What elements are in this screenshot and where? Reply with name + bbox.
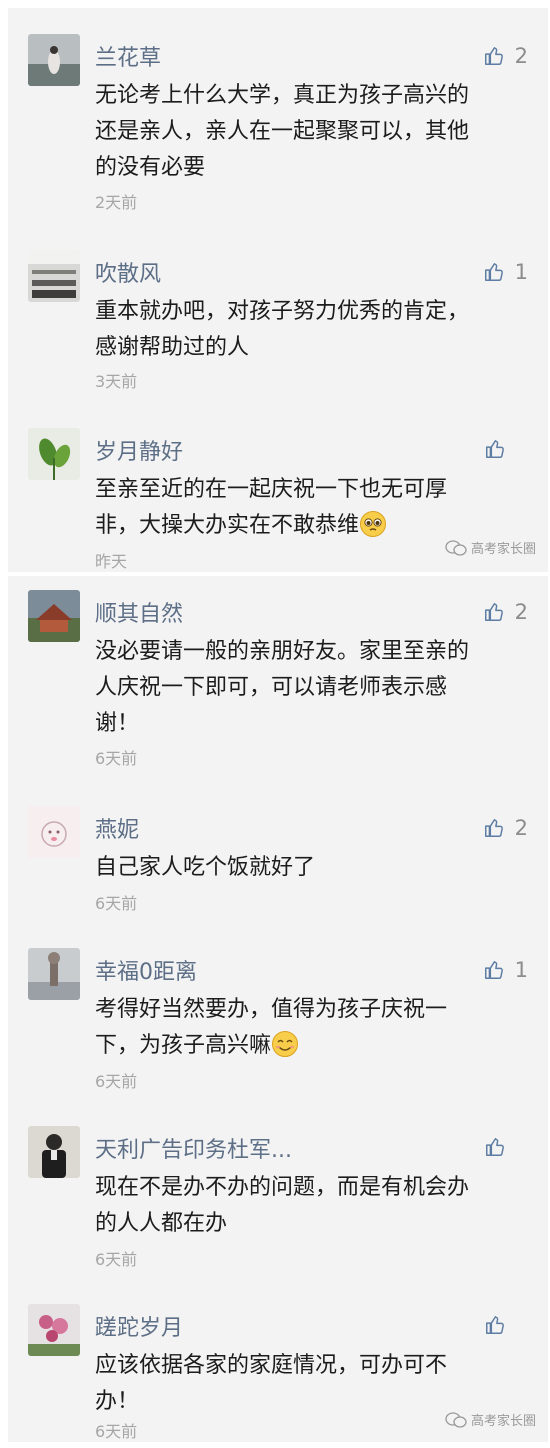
comment-line: 非，大操大办实在不敢恭维 [95,513,360,538]
user-avatar[interactable] [28,1126,80,1178]
comment-item: 幸福0距离 1 考得好当然要办，值得为孩子庆祝一 下，为孩子高兴嘛 6天前 [8,948,548,1091]
like-button[interactable] [484,1136,528,1158]
comment-author[interactable]: 天利广告印务杜军... [95,1132,292,1164]
like-button[interactable]: 2 [483,600,528,624]
comment-item: 顺其自然 2 没必要请一般的亲朋好友。家里至亲的 人庆祝一下即可，可以请老师表示… [8,590,548,770]
like-count: 2 [514,600,528,624]
like-count: 2 [514,44,528,68]
like-count: 2 [514,816,528,840]
like-count: 1 [514,260,528,284]
thumbs-up-icon [484,263,503,281]
comment-line: 应该依据各家的家庭情况，可办可不 [95,1353,448,1378]
thumbs-up-icon [484,603,503,621]
comment-item: 天利广告印务杜军... 现在不是办不办的问题，而是有机会办 的人人都在办 6天前 [8,1126,548,1269]
avatar-image [28,34,80,86]
comment-line: 的没有必要 [95,155,206,180]
comment-text: 考得好当然要办，值得为孩子庆祝一 下，为孩子高兴嘛 [95,992,525,1064]
comment-line: 无论考上什么大学，真正为孩子高兴的 [95,83,470,108]
like-button[interactable]: 2 [483,816,528,840]
comment-line: 自己家人吃个饭就好了 [95,855,316,880]
wechat-icon [445,539,467,556]
avatar-image [28,1126,80,1178]
like-button[interactable]: 1 [483,958,528,982]
like-button[interactable] [484,438,528,460]
watermark: 高考家长圈 [445,538,536,557]
comment-text: 没必要请一般的亲朋好友。家里至亲的 人庆祝一下即可，可以请老师表示感 谢！ [95,634,525,742]
pleading-emoji-icon [359,510,387,538]
watermark-text: 高考家长圈 [470,542,536,557]
comment-line: 人庆祝一下即可，可以请老师表示感 [95,675,448,700]
comment-item: 兰花草 2 无论考上什么大学，真正为孩子高兴的 还是亲人，亲人在一起聚聚可以，其… [8,34,548,224]
watermark: 高考家长圈 [445,1410,536,1429]
user-avatar[interactable] [28,428,80,480]
like-button[interactable] [484,1314,528,1336]
user-avatar[interactable] [28,250,80,302]
user-avatar[interactable] [28,34,80,86]
thumbs-up-icon [484,819,503,837]
like-button[interactable]: 1 [483,260,528,284]
comment-time: 昨天 [95,552,128,571]
avatar-image [28,1304,80,1356]
thumbs-up-icon [486,440,504,458]
comment-time: 6天前 [95,1422,138,1441]
comment-author[interactable]: 岁月静好 [95,434,183,466]
comment-line: 重本就办吧，对孩子努力优秀的肯定， [95,299,470,324]
comment-time: 6天前 [95,749,138,768]
user-avatar[interactable] [28,806,80,858]
comment-author[interactable]: 蹉跎岁月 [95,1310,183,1342]
comment-item: 吹散风 1 重本就办吧，对孩子努力优秀的肯定， 感谢帮助过的人 3天前 [8,250,548,400]
comment-author[interactable]: 兰花草 [95,40,161,72]
wechat-icon [445,1411,467,1428]
comment-text: 自己家人吃个饭就好了 [95,850,525,886]
comment-line: 现在不是办不办的问题，而是有机会办 [95,1175,470,1200]
comment-line: 没必要请一般的亲朋好友。家里至亲的 [95,639,470,664]
comment-author[interactable]: 顺其自然 [95,596,183,628]
comment-line: 至亲至近的在一起庆祝一下也无可厚 [95,477,448,502]
comment-line: 考得好当然要办，值得为孩子庆祝一 [95,997,448,1022]
avatar-image [28,806,80,858]
like-count: 1 [514,958,528,982]
thumbs-up-icon [484,961,503,979]
comment-time: 6天前 [95,1072,138,1091]
comment-panel-2: 顺其自然 2 没必要请一般的亲朋好友。家里至亲的 人庆祝一下即可，可以请老师表示… [8,576,548,1442]
thumbs-up-icon [486,1316,504,1334]
comment-author[interactable]: 燕妮 [95,812,139,844]
avatar-image [28,948,80,1000]
comment-item: 燕妮 2 自己家人吃个饭就好了 6天前 [8,806,548,916]
comment-time: 6天前 [95,894,138,913]
smile-emoji-icon [271,1030,299,1058]
avatar-image [28,428,80,480]
avatar-image [28,590,80,642]
comment-text: 重本就办吧，对孩子努力优秀的肯定， 感谢帮助过的人 [95,294,525,366]
user-avatar[interactable] [28,948,80,1000]
comment-text: 现在不是办不办的问题，而是有机会办 的人人都在办 [95,1170,525,1242]
watermark-text: 高考家长圈 [470,1414,536,1429]
comment-text: 无论考上什么大学，真正为孩子高兴的 还是亲人，亲人在一起聚聚可以，其他 的没有必… [95,78,525,186]
comment-time: 3天前 [95,372,138,391]
user-avatar[interactable] [28,1304,80,1356]
comment-panel-1: 兰花草 2 无论考上什么大学，真正为孩子高兴的 还是亲人，亲人在一起聚聚可以，其… [8,8,548,572]
thumbs-up-icon [486,1138,504,1156]
comment-author[interactable]: 吹散风 [95,256,161,288]
comment-text: 至亲至近的在一起庆祝一下也无可厚 非，大操大办实在不敢恭维 [95,472,525,544]
comment-time: 2天前 [95,193,138,212]
avatar-image [28,250,80,302]
thumbs-up-icon [484,47,503,65]
comment-time: 6天前 [95,1250,138,1269]
comment-line-with-emoji: 下，为孩子高兴嘛 [95,1028,525,1064]
comment-line: 还是亲人，亲人在一起聚聚可以，其他 [95,119,470,144]
comment-line: 的人人都在办 [95,1211,228,1236]
comment-line: 感谢帮助过的人 [95,335,250,360]
comment-line: 谢！ [95,711,140,736]
comment-author[interactable]: 幸福0距离 [95,954,197,986]
like-button[interactable]: 2 [483,44,528,68]
comment-line: 下，为孩子高兴嘛 [95,1033,272,1058]
user-avatar[interactable] [28,590,80,642]
